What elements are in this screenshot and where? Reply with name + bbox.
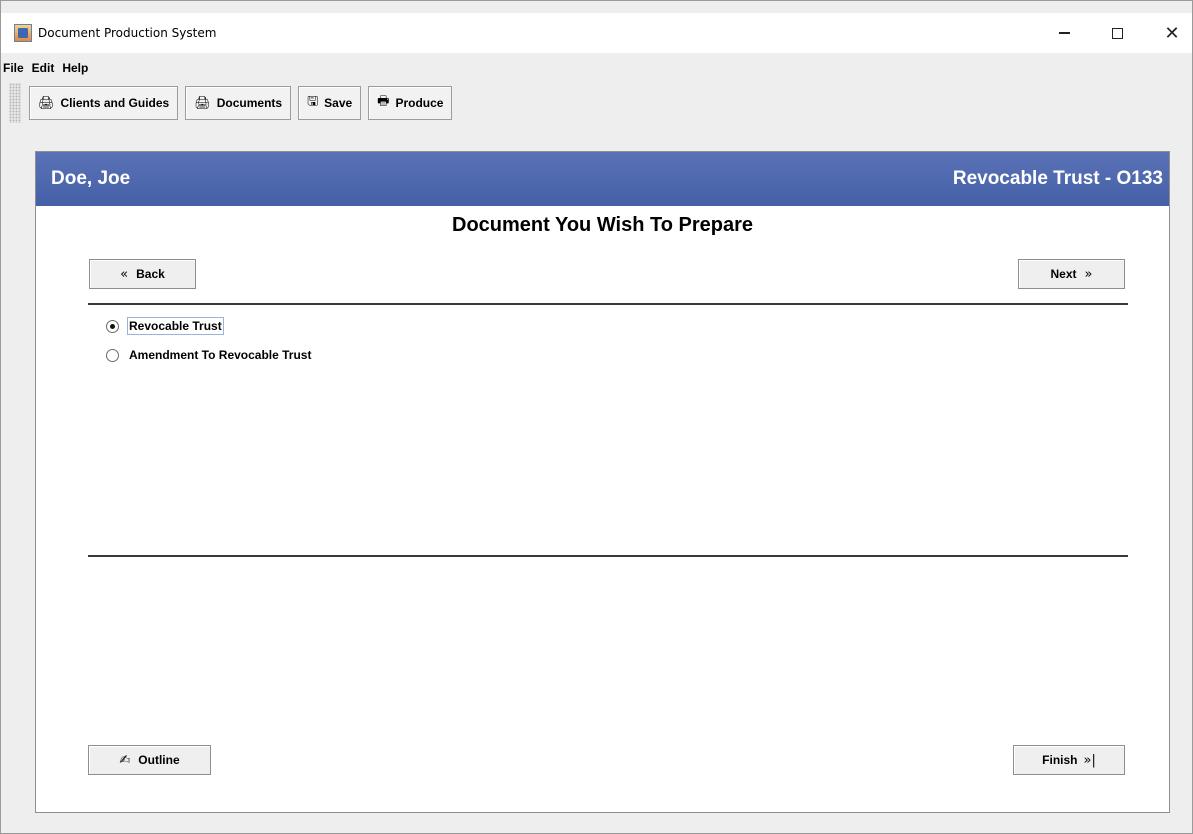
- minimize-button[interactable]: [1041, 13, 1087, 53]
- maximize-icon: [1111, 27, 1123, 39]
- option-label: Amendment To Revocable Trust: [129, 348, 312, 362]
- clients-and-guides-label: Clients and Guides: [60, 96, 170, 110]
- window-title: Document Production System: [38, 26, 217, 40]
- documents-button[interactable]: 🖨 Documents: [185, 86, 292, 120]
- finish-button[interactable]: Finish »|: [1013, 745, 1125, 775]
- menu-help[interactable]: Help: [58, 61, 92, 75]
- next-label: Next: [1050, 267, 1077, 281]
- save-label: Save: [324, 96, 353, 110]
- java-app-icon: [14, 24, 32, 42]
- close-icon: ✕: [1164, 22, 1180, 44]
- skip-to-end-icon: »|: [1083, 752, 1096, 768]
- clients-and-guides-button[interactable]: 🖨 Clients and Guides: [29, 86, 179, 120]
- save-button[interactable]: 🖫 Save: [298, 86, 362, 120]
- outline-button[interactable]: ✍ Outline: [88, 745, 211, 775]
- back-label: Back: [136, 267, 165, 281]
- double-chevron-left-icon: «: [120, 266, 129, 282]
- application-window: Document Production System ✕ File Edit H…: [0, 0, 1193, 834]
- option-revocable-trust[interactable]: Revocable Trust: [106, 317, 224, 335]
- produce-button[interactable]: 🖶 Produce: [368, 86, 453, 120]
- client-name: Doe, Joe: [51, 168, 131, 189]
- document-panel: Doe, Joe Revocable Trust - O133 Document…: [35, 151, 1170, 813]
- menu-bar: File Edit Help: [1, 58, 1192, 78]
- bottom-divider: [88, 555, 1128, 557]
- top-divider: [88, 303, 1128, 305]
- printer-icon: 🖨: [194, 95, 211, 111]
- radio-unselected-icon[interactable]: [106, 348, 119, 362]
- finish-label: Finish: [1042, 753, 1078, 767]
- next-button[interactable]: Next »: [1018, 259, 1125, 289]
- toolbar: 🖨 Clients and Guides 🖨 Documents 🖫 Save …: [1, 81, 1192, 125]
- close-button[interactable]: ✕: [1149, 13, 1193, 53]
- menu-file[interactable]: File: [1, 61, 28, 75]
- maximize-button[interactable]: [1094, 13, 1140, 53]
- back-button[interactable]: « Back: [89, 259, 196, 289]
- produce-label: Produce: [395, 96, 444, 110]
- documents-label: Documents: [216, 96, 283, 110]
- option-label: Revocable Trust: [127, 317, 224, 335]
- client-banner: Doe, Joe Revocable Trust - O133: [36, 152, 1169, 206]
- radio-selected-icon[interactable]: [106, 319, 119, 333]
- title-bar: Document Production System ✕: [1, 13, 1192, 53]
- printer-icon: 🖨: [38, 95, 55, 111]
- minimize-icon: [1058, 32, 1070, 34]
- outline-icon: ✍: [119, 752, 131, 768]
- floppy-disk-icon: 🖫: [307, 94, 319, 109]
- printer-icon: 🖶: [377, 94, 390, 109]
- double-chevron-right-icon: »: [1084, 266, 1093, 282]
- toolbar-grip[interactable]: [9, 83, 21, 123]
- outline-label: Outline: [138, 753, 180, 767]
- page-title: Document You Wish To Prepare: [452, 214, 753, 236]
- document-title: Revocable Trust - O133: [952, 168, 1163, 189]
- option-amendment-to-revocable-trust[interactable]: Amendment To Revocable Trust: [106, 346, 313, 364]
- menu-edit[interactable]: Edit: [28, 61, 59, 75]
